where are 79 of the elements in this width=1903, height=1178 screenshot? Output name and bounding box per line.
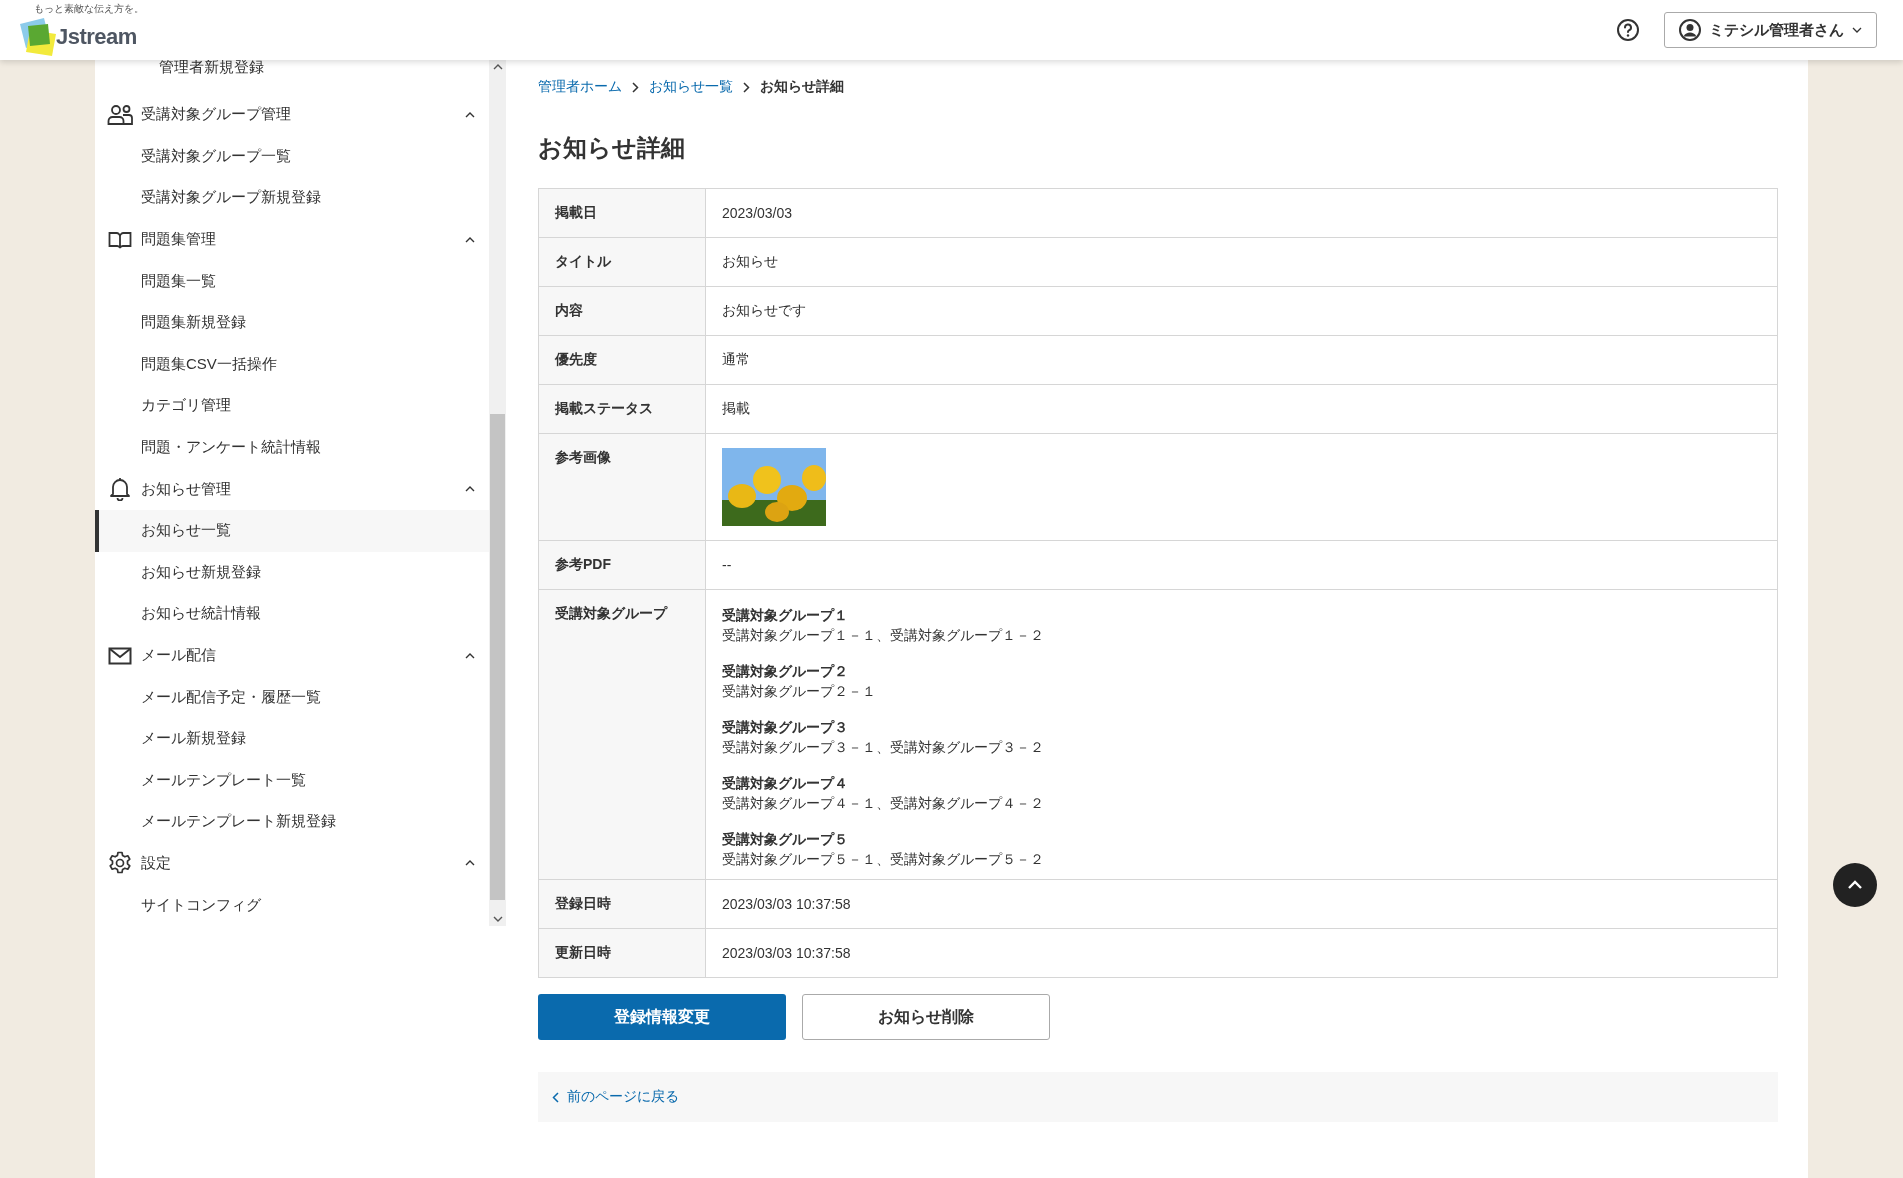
breadcrumb-link[interactable]: 管理者ホーム — [538, 78, 622, 96]
page-title: お知らせ詳細 — [538, 133, 686, 163]
group-members: 受講対象グループ２－１ — [722, 682, 877, 701]
sidebar-item[interactable]: お知らせ統計情報 — [95, 593, 489, 635]
edit-button[interactable]: 登録情報変更 — [538, 994, 786, 1040]
table-cell: 2023/03/03 10:37:58 — [705, 879, 1778, 929]
table-cell: お知らせです — [705, 286, 1778, 336]
chevron-icon — [465, 652, 475, 659]
sidebar-item[interactable]: 受講対象グループ新規登録 — [95, 177, 489, 219]
scrollbar[interactable] — [489, 60, 506, 926]
sidebar-section-header[interactable]: 設定 — [95, 842, 489, 885]
sidebar-item[interactable]: メールテンプレート一覧 — [95, 759, 489, 802]
table-header-cell: 登録日時 — [538, 879, 706, 929]
sidebar-item[interactable]: メール新規登録 — [95, 717, 489, 760]
envelope-icon — [107, 646, 133, 665]
group-name: 受講対象グループ２ — [722, 662, 849, 681]
table-header-cell: 参考画像 — [538, 433, 706, 541]
table-cell: 2023/03/03 10:37:58 — [705, 928, 1778, 978]
group-name: 受講対象グループ１ — [722, 606, 849, 625]
chevron-right-icon — [632, 81, 639, 93]
table-header-cell: 更新日時 — [538, 928, 706, 978]
help-icon[interactable] — [1616, 18, 1640, 42]
sidebar-item[interactable]: お知らせ新規登録 — [95, 551, 489, 594]
sidebar-item[interactable]: 受講対象グループ一覧 — [95, 135, 489, 178]
group-name: 受講対象グループ３ — [722, 718, 849, 737]
sidebar-section-header[interactable]: 受講対象グループ管理 — [95, 94, 489, 136]
user-avatar-icon — [1679, 19, 1701, 41]
group-members: 受講対象グループ１－１、受講対象グループ１－２ — [722, 626, 1045, 645]
group-members: 受講対象グループ５－１、受講対象グループ５－２ — [722, 850, 1045, 869]
sidebar-item[interactable]: メールテンプレート新規登録 — [95, 801, 489, 843]
breadcrumb-link[interactable]: お知らせ一覧 — [649, 78, 733, 96]
table-cell: 2023/03/03 — [705, 188, 1778, 238]
sidebar-item[interactable]: お知らせ一覧 — [95, 509, 489, 552]
table-cell: 通常 — [705, 335, 1778, 385]
group-name: 受講対象グループ４ — [722, 774, 849, 793]
settings-icon — [107, 851, 133, 876]
sidebar-item[interactable]: 問題集CSV一括操作 — [95, 343, 489, 386]
sidebar-section-header[interactable]: お知らせ管理 — [95, 468, 489, 510]
chevron-icon — [465, 236, 475, 243]
table-header-cell: 内容 — [538, 286, 706, 336]
sidebar-item[interactable]: 問題集一覧 — [95, 260, 489, 302]
scroll-up-icon[interactable] — [492, 64, 503, 70]
chevron-right-icon — [743, 81, 750, 93]
group-members: 受講対象グループ４－１、受講対象グループ４－２ — [722, 794, 1045, 813]
logo-wordmark: Jstream — [56, 24, 137, 50]
book-icon — [107, 229, 133, 250]
table-header-cell: 掲載ステータス — [538, 384, 706, 434]
sidebar-item[interactable]: サイトコンフィグ — [95, 884, 489, 926]
breadcrumb-current: お知らせ詳細 — [760, 78, 844, 96]
group-name: 受講対象グループ５ — [722, 830, 849, 849]
chevron-up-icon — [1847, 880, 1863, 890]
chevron-left-icon — [552, 1091, 559, 1103]
table-header-cell: 掲載日 — [538, 188, 706, 238]
table-cell: 掲載 — [705, 384, 1778, 434]
people-icon — [107, 103, 133, 126]
table-header-cell: 参考PDF — [538, 540, 706, 590]
scroll-to-top-button[interactable] — [1833, 863, 1877, 907]
table-header-cell: 優先度 — [538, 335, 706, 385]
bell-icon — [107, 477, 133, 502]
delete-button[interactable]: お知らせ削除 — [802, 994, 1050, 1040]
sidebar-item[interactable]: 問題集新規登録 — [95, 301, 489, 344]
table-header-cell: タイトル — [538, 237, 706, 287]
user-menu-button[interactable]: ミテシル管理者さん — [1664, 12, 1877, 48]
table-cell: お知らせ — [705, 237, 1778, 287]
chevron-icon — [465, 111, 475, 118]
chevron-icon — [465, 486, 475, 493]
caret-icon — [1852, 27, 1862, 33]
back-link[interactable]: 前のページに戻る — [552, 1088, 679, 1106]
sidebar-item[interactable]: メール配信予定・履歴一覧 — [95, 676, 489, 718]
chevron-icon — [465, 860, 475, 867]
table-header-cell: 受講対象グループ — [538, 589, 706, 880]
table-cell: -- — [705, 540, 1778, 590]
sidebar-item[interactable]: カテゴリ管理 — [95, 385, 489, 427]
sidebar-section-header[interactable]: 問題集管理 — [95, 218, 489, 261]
logo-tagline: もっと素敵な伝え方を。 — [34, 3, 144, 15]
sidebar-item[interactable]: 問題・アンケート統計情報 — [95, 426, 489, 469]
sidebar-section-header[interactable]: メール配信 — [95, 634, 489, 677]
group-members: 受講対象グループ３－１、受講対象グループ３－２ — [722, 738, 1045, 757]
scroll-down-icon[interactable] — [492, 916, 503, 922]
